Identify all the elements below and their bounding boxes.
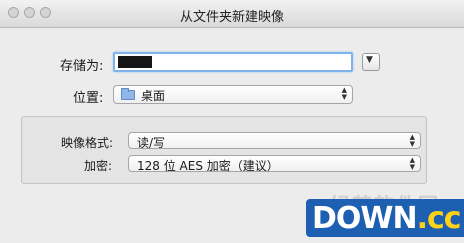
selected-name-text: [118, 56, 152, 68]
image-format-select[interactable]: 读/写 ▲ ▼: [128, 132, 421, 150]
updown-arrows-icon: ▲ ▼: [409, 133, 415, 148]
triangle-down-icon: ▼: [366, 55, 373, 65]
encryption-select[interactable]: 128 位 AES 加密（建议） ▲ ▼: [128, 155, 421, 173]
updown-arrows-icon: ▲ ▼: [341, 86, 347, 101]
location-select[interactable]: 桌面 ▲ ▼: [113, 85, 353, 104]
location-label: 位置:: [73, 91, 104, 106]
encryption-label: 加密:: [84, 159, 113, 173]
title-bar: 从文件夹新建映像: [0, 0, 464, 28]
encryption-value: 128 位 AES 加密（建议）: [137, 159, 279, 173]
watermark-suffix: .cc: [416, 201, 462, 236]
image-format-label: 映像格式:: [61, 136, 114, 150]
save-as-input[interactable]: [113, 52, 353, 72]
watermark-brand: DOWN.cc: [312, 201, 462, 236]
folder-icon: [121, 88, 135, 100]
image-format-value: 读/写: [137, 136, 166, 150]
updown-arrows-icon: ▲ ▼: [409, 156, 415, 171]
location-value: 桌面: [141, 89, 166, 103]
window-title: 从文件夹新建映像: [179, 10, 284, 25]
watermark-brand-text: DOWN: [312, 201, 418, 236]
save-as-label: 存储为:: [60, 59, 104, 74]
expand-button[interactable]: ▼: [362, 53, 380, 71]
